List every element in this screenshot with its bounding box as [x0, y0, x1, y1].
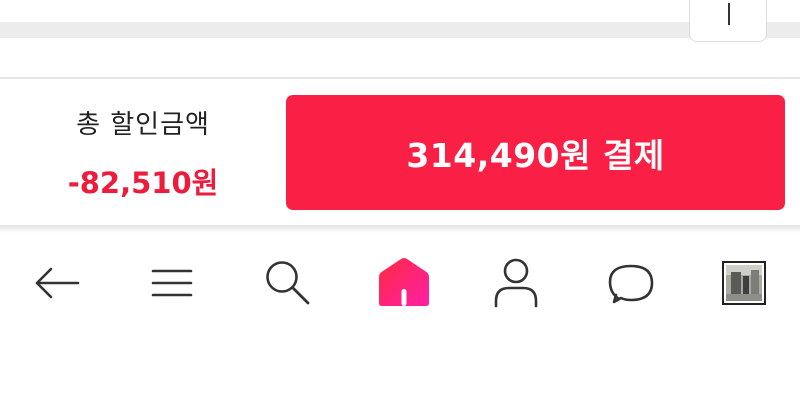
search-icon — [266, 261, 310, 305]
arrow-left-icon — [35, 267, 80, 299]
chat-bubble-icon — [608, 264, 654, 304]
nav-mypage-button[interactable] — [488, 255, 544, 311]
home-icon — [379, 258, 429, 306]
nav-menu-button[interactable] — [144, 255, 200, 311]
top-area — [0, 0, 800, 22]
nav-chat-button[interactable] — [603, 255, 659, 311]
floating-scroll-button[interactable] — [689, 0, 767, 42]
pay-button[interactable]: 314,490원 결제 — [286, 95, 785, 210]
pay-button-label: 314,490원 결제 — [406, 135, 665, 175]
gray-divider — [0, 22, 800, 38]
total-discount-amount: -82,510원 — [67, 166, 219, 200]
hamburger-menu-icon — [151, 269, 193, 297]
nav-home-button[interactable] — [376, 255, 432, 311]
nav-recent-view-button[interactable] — [716, 255, 772, 311]
total-discount-label: 총 할인금액 — [76, 110, 210, 140]
scroll-handle-icon — [728, 3, 730, 25]
nav-shadow — [0, 225, 800, 233]
user-icon — [494, 258, 538, 308]
nav-search-button[interactable] — [259, 255, 315, 311]
recent-product-thumbnail — [722, 261, 766, 305]
nav-back-button[interactable] — [29, 255, 85, 311]
